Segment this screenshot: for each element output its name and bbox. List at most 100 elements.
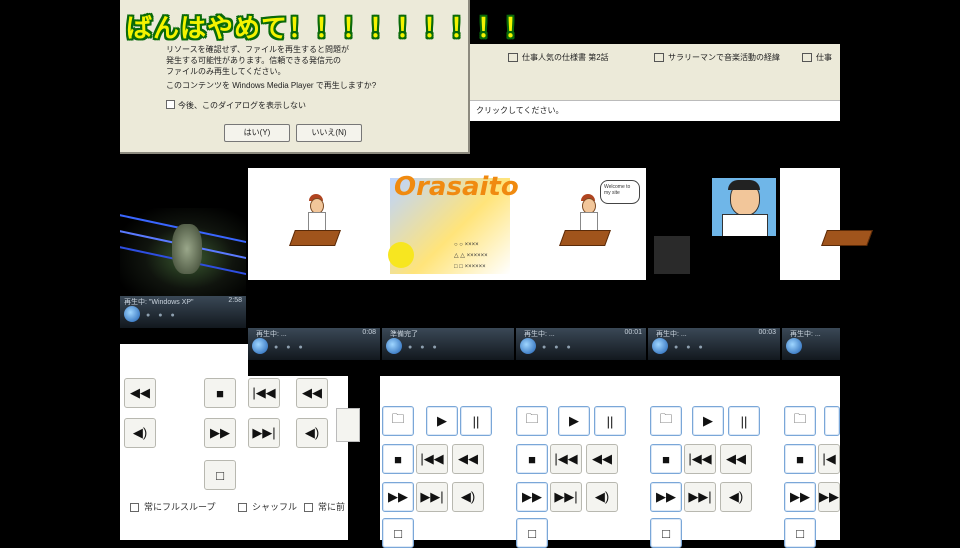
fullscreen-icon: □ — [528, 525, 536, 541]
skip-back-icon: |◀◀ — [688, 451, 712, 466]
open-folder-icon: 🗀 — [659, 411, 673, 426]
dont-show-checkbox[interactable] — [166, 100, 175, 109]
player-strip[interactable]: 再生中: ... 00:01 ●●● — [516, 328, 646, 360]
dialog-text: ファイルのみ再生してください。 — [166, 67, 286, 76]
no-button[interactable]: いいえ(N) — [296, 124, 362, 142]
skip-back-icon: |◀ — [822, 451, 836, 466]
wmp-logo-icon — [124, 306, 140, 322]
skip-forward-icon: ▶▶| — [688, 489, 712, 504]
cartoon-desk — [559, 230, 611, 246]
stop-icon: ■ — [216, 385, 224, 401]
rewind-button[interactable]: ◀◀ — [452, 444, 484, 474]
skip-back-button[interactable]: |◀◀ — [248, 378, 280, 408]
portrait-thumbnail — [712, 178, 776, 236]
fullscreen-icon: □ — [662, 525, 670, 541]
volume-button[interactable]: ◀) — [586, 482, 618, 512]
fullscreen-icon: □ — [394, 525, 402, 541]
repeat-checkbox[interactable] — [130, 503, 139, 512]
checkbox-label: 今後、このダイアログを表示しない — [178, 101, 306, 110]
fast-forward-button[interactable]: ▶▶ — [784, 482, 816, 512]
stop-button[interactable]: ■ — [784, 444, 816, 474]
skip-forward-button[interactable]: ▶▶| — [684, 482, 716, 512]
portrait-suit — [722, 214, 768, 236]
yes-button[interactable]: はい(Y) — [224, 124, 290, 142]
stop-button[interactable]: ■ — [204, 378, 236, 408]
fullscreen-button[interactable]: □ — [204, 460, 236, 490]
fullscreen-button[interactable]: □ — [784, 518, 816, 548]
browser-tab[interactable]: 仕事 — [802, 52, 832, 63]
info-bar[interactable]: クリックしてください。 — [468, 100, 840, 121]
shuffle-checkbox[interactable] — [238, 503, 247, 512]
player-time: 00:03 — [758, 329, 776, 336]
stop-button[interactable]: ■ — [382, 444, 414, 474]
rewind-icon: ◀◀ — [130, 385, 150, 400]
player-strip[interactable]: 再生中: ... 0:08 ●●● — [248, 328, 380, 360]
skip-back-button[interactable]: |◀◀ — [550, 444, 582, 474]
stop-button[interactable]: ■ — [516, 444, 548, 474]
skip-forward-button[interactable]: ▶▶| — [248, 418, 280, 448]
seek-dots: ●●● — [146, 312, 183, 319]
open-button[interactable]: 🗀 — [382, 406, 414, 436]
skip-back-icon: |◀◀ — [554, 451, 578, 466]
play-icon: ▶ — [703, 413, 713, 428]
skip-forward-button[interactable]: ▶▶| — [550, 482, 582, 512]
skip-forward-icon: ▶▶| — [554, 489, 578, 504]
open-folder-icon: 🗀 — [391, 411, 405, 426]
open-button[interactable]: 🗀 — [650, 406, 682, 436]
volume-button[interactable]: ◀) — [452, 482, 484, 512]
open-button[interactable]: 🗀 — [516, 406, 548, 436]
volume-icon: ◀) — [132, 425, 148, 440]
play-button[interactable]: ▶ — [426, 406, 458, 436]
pause-button[interactable]: || — [594, 406, 626, 436]
open-button[interactable]: 🗀 — [784, 406, 816, 436]
partial-button[interactable] — [336, 408, 360, 442]
on-top-checkbox[interactable] — [304, 503, 313, 512]
browser-tab[interactable]: 仕事人気の仕様書 第2話 — [508, 52, 609, 63]
video-figure — [172, 224, 202, 274]
rewind-button[interactable]: ◀◀ — [124, 378, 156, 408]
player-strip[interactable]: 再生中: ... 00:03 ●●● — [648, 328, 780, 360]
player-strip[interactable]: 再生中: ... — [782, 328, 840, 360]
play-button[interactable]: ▶ — [692, 406, 724, 436]
skip-back-button[interactable]: |◀◀ — [416, 444, 448, 474]
open-folder-icon: 🗀 — [793, 411, 807, 426]
skip-forward-icon: ▶▶ — [819, 489, 839, 504]
skip-forward-button[interactable]: ▶▶| — [416, 482, 448, 512]
fast-forward-button[interactable]: ▶▶ — [650, 482, 682, 512]
pause-button[interactable]: || — [728, 406, 760, 436]
fast-forward-button[interactable]: ▶▶ — [382, 482, 414, 512]
fullscreen-button[interactable]: □ — [516, 518, 548, 548]
play-button[interactable] — [824, 406, 840, 436]
pause-button[interactable]: || — [460, 406, 492, 436]
cartoon-desk — [289, 230, 341, 246]
browser-tab[interactable]: サラリーマンで音楽活動の経緯 — [654, 52, 780, 63]
page-icon — [802, 53, 812, 63]
video-thumbnail — [120, 208, 246, 298]
wmp-logo-icon — [652, 338, 668, 354]
skip-back-button[interactable]: |◀ — [818, 444, 840, 474]
rewind-button[interactable]: ◀◀ — [586, 444, 618, 474]
player-strip[interactable]: 準備完了 ●●● — [382, 328, 514, 360]
play-button[interactable]: ▶ — [558, 406, 590, 436]
fast-forward-button[interactable]: ▶▶ — [204, 418, 236, 448]
stop-button[interactable]: ■ — [650, 444, 682, 474]
fullscreen-button[interactable]: □ — [382, 518, 414, 548]
volume-icon: ◀) — [460, 489, 476, 504]
skip-forward-button[interactable]: ▶▶ — [818, 482, 840, 512]
volume-button[interactable]: ◀) — [124, 418, 156, 448]
rewind-button[interactable]: ◀◀ — [296, 378, 328, 408]
pause-icon: || — [606, 413, 614, 429]
cartoon-desk — [821, 230, 873, 246]
browser-toolbar: 仕事人気の仕様書 第2話 サラリーマンで音楽活動の経緯 仕事 クリックしてくださ… — [468, 44, 840, 121]
fast-forward-button[interactable]: ▶▶ — [516, 482, 548, 512]
skip-forward-icon: ▶▶| — [252, 425, 276, 440]
fullscreen-button[interactable]: □ — [650, 518, 682, 548]
open-folder-icon: 🗀 — [525, 411, 539, 426]
rewind-button[interactable]: ◀◀ — [720, 444, 752, 474]
overlay-caption: ばんはやめて！！！！！！！！！ — [126, 14, 532, 44]
skip-back-button[interactable]: |◀◀ — [684, 444, 716, 474]
volume-button[interactable]: ◀) — [720, 482, 752, 512]
player-strip[interactable]: 再生中: "Windows XP" 2:58 ●●● — [120, 296, 246, 328]
volume-button[interactable]: ◀) — [296, 418, 328, 448]
on-top-label: 常に前 — [318, 502, 346, 512]
